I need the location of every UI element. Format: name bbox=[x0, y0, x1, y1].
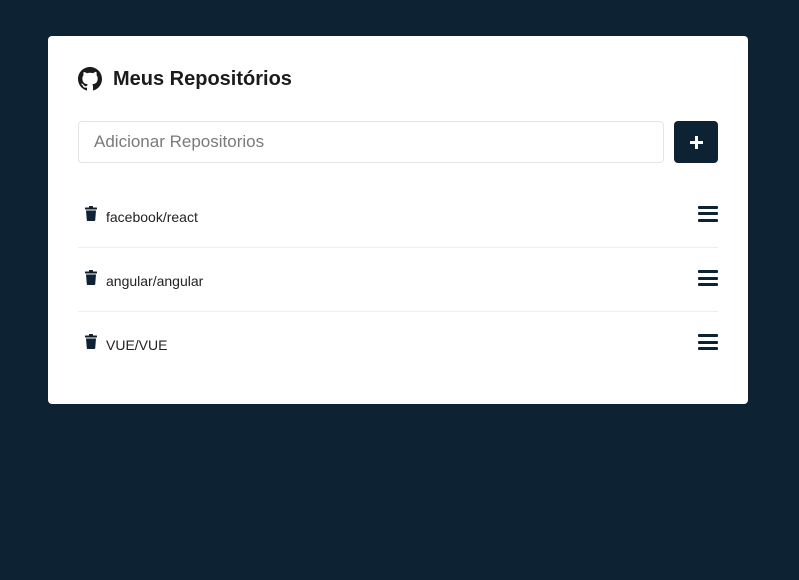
repository-details-button[interactable] bbox=[698, 269, 718, 287]
add-repository-button[interactable] bbox=[674, 121, 718, 163]
menu-icon-bar bbox=[698, 218, 718, 222]
plus-icon bbox=[689, 135, 703, 149]
menu-icon-bar bbox=[698, 212, 718, 215]
trash-icon bbox=[85, 334, 97, 350]
add-repository-form bbox=[78, 121, 718, 163]
repository-name: facebook/react bbox=[106, 208, 198, 225]
menu-icon-bar bbox=[698, 205, 718, 209]
repository-list: facebook/react angular/angular VUE/VUE bbox=[78, 183, 718, 375]
repository-info: facebook/react bbox=[78, 205, 198, 225]
trash-icon bbox=[85, 270, 97, 286]
github-icon bbox=[78, 67, 102, 91]
repository-info: VUE/VUE bbox=[78, 334, 167, 353]
repository-info: angular/angular bbox=[78, 270, 203, 289]
menu-icon-bar bbox=[698, 347, 718, 350]
menu-icon-bar bbox=[698, 334, 718, 337]
list-item: VUE/VUE bbox=[78, 311, 718, 375]
card-header: Meus Repositórios bbox=[78, 66, 718, 92]
list-item: facebook/react bbox=[78, 183, 718, 247]
trash-icon bbox=[85, 205, 97, 222]
repository-input[interactable] bbox=[78, 121, 664, 163]
repository-details-button[interactable] bbox=[698, 205, 718, 223]
repository-details-button[interactable] bbox=[698, 333, 718, 351]
menu-icon-bar bbox=[698, 270, 718, 273]
list-item: angular/angular bbox=[78, 247, 718, 311]
repository-name: VUE/VUE bbox=[106, 337, 168, 353]
delete-repository-button[interactable] bbox=[85, 334, 99, 350]
page-title: Meus Repositórios bbox=[113, 67, 292, 90]
repositories-card: Meus Repositórios Adicionar Repositorios… bbox=[48, 36, 748, 404]
delete-repository-button[interactable] bbox=[85, 270, 99, 286]
menu-icon-bar bbox=[698, 340, 718, 344]
menu-icon-bar bbox=[698, 276, 718, 280]
repository-name: angular/angular bbox=[106, 273, 204, 289]
delete-repository-button[interactable] bbox=[85, 205, 99, 222]
menu-icon-bar bbox=[698, 283, 718, 286]
